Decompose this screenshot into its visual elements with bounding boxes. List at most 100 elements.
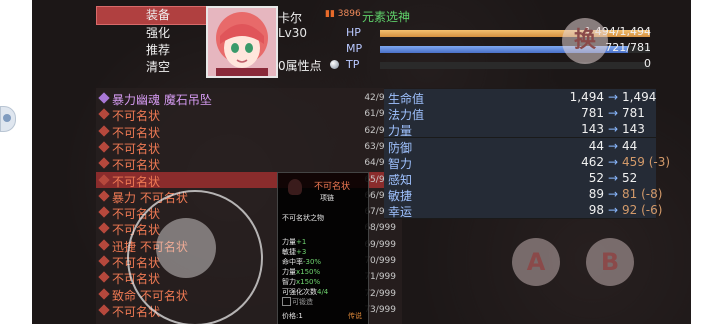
tooltip-price: 价格:1: [282, 312, 303, 320]
equipment-count: 73/999: [364, 304, 396, 315]
equipment-gem-icon: [98, 271, 110, 283]
tooltip-stat-label: 命中率: [282, 258, 303, 266]
power-indicator: ▮▮ 3896: [325, 9, 361, 19]
mp-value: 721/781: [605, 41, 651, 54]
stat-new: 143: [622, 122, 645, 137]
equipment-count: 69/999: [364, 239, 396, 250]
tooltip-stat-line: 命中率-30%: [282, 257, 321, 267]
character-name: 卡尔: [278, 11, 303, 25]
stat-arrow-icon: →: [608, 154, 619, 169]
b-button[interactable]: B: [586, 238, 634, 286]
attribute-points: 0属性点: [278, 59, 322, 73]
character-level: Lv30: [278, 26, 308, 40]
tooltip-stat-line: 可强化次数4/4: [282, 287, 328, 297]
a-button[interactable]: A: [512, 238, 560, 286]
stat-arrow-icon: →: [608, 171, 619, 185]
menu-item[interactable]: 推荐: [96, 42, 220, 59]
stat-row: 防御 44 → 44: [384, 137, 656, 155]
hp-label: HP: [346, 26, 361, 39]
equipment-gem-icon: [98, 239, 110, 251]
equipment-row[interactable]: 不可名状 62/999: [96, 123, 402, 140]
menu-item[interactable]: 强化: [96, 25, 220, 42]
stat-name: 幸运: [388, 205, 413, 220]
stat-row: 感知 52 → 52: [384, 170, 656, 187]
tooltip-stat-line: 力量+1: [282, 237, 306, 247]
equipment-gem-icon: [98, 124, 110, 137]
equipment-gem-icon: [98, 190, 110, 202]
stat-new: 52: [622, 171, 638, 185]
forgeable-label: 可锻造: [292, 298, 313, 306]
stat-row: 幸运 98 → 92 (-6): [384, 202, 662, 220]
tooltip-stat-value: +1: [296, 238, 307, 246]
stat-arrow-icon: →: [608, 106, 619, 121]
menu-item[interactable]: 装备: [96, 6, 220, 25]
stat-current: 143: [581, 122, 604, 137]
tooltip-stat-label: 力量: [282, 268, 296, 276]
floating-handle[interactable]: [0, 106, 16, 132]
tp-bar: [380, 62, 650, 69]
stat-current: 44: [588, 138, 604, 153]
swap-button[interactable]: 换: [562, 18, 608, 64]
tooltip-rarity: 传说: [348, 312, 362, 320]
tooltip-stat-value: -30%: [303, 258, 322, 266]
equipment-gem-icon: [98, 108, 110, 120]
power-bars-icon: ▮▮: [325, 9, 335, 19]
equipment-gem-icon: [98, 222, 110, 235]
stat-arrow-icon: →: [608, 90, 619, 104]
tooltip-stat-line: 力量x150%: [282, 267, 320, 277]
stat-current: 89: [588, 187, 604, 202]
joystick-knob[interactable]: [156, 218, 216, 278]
stat-new: 44: [622, 138, 638, 153]
tooltip-stat-label: 力量: [282, 238, 296, 246]
tooltip-subtitle: 项链: [320, 194, 334, 202]
stat-new: 92 (-6): [622, 203, 663, 218]
tp-value: 0: [644, 57, 651, 70]
equipment-row[interactable]: 不可名状 61/999: [96, 106, 402, 123]
stat-new: 781: [622, 106, 645, 121]
stat-current: 98: [588, 203, 604, 218]
stat-current: 781: [581, 106, 604, 121]
menu-item[interactable]: 清空: [96, 59, 220, 76]
equipment-row[interactable]: 不可名状 63/999: [96, 139, 402, 156]
equipment-gem-icon: [98, 206, 110, 218]
tooltip-title: 不可名状: [314, 182, 351, 192]
equipment-row[interactable]: 不可名状 64/999: [96, 155, 402, 172]
item-tooltip: 不可名状 项链 不可名状之物 力量+1 敏捷+3 命中率-30% 力量x150% 智力x…: [277, 172, 369, 324]
stat-row: 法力值 781 → 781: [384, 105, 656, 123]
equipment-count: 68/999: [364, 223, 396, 234]
equipment-count: 71/999: [364, 272, 396, 283]
stat-arrow-icon: →: [608, 122, 619, 137]
element-label: 元素选神: [362, 10, 411, 24]
equipment-gem-icon: [98, 304, 110, 316]
game-screen: 装备 强化 推荐 清空 卡尔 ▮▮ 3896 元素选神 Lv30 0属性点 HP 1,…: [32, 0, 691, 324]
equipment-gem-icon: [98, 141, 110, 153]
tooltip-stat-label: 智力: [282, 278, 296, 286]
tooltip-stat-value: +3: [296, 248, 307, 256]
tooltip-stat-value: x150%: [296, 268, 321, 276]
forgeable-checkbox[interactable]: [282, 297, 291, 306]
side-menu: 装备 强化 推荐 清空: [96, 6, 220, 76]
equipment-gem-icon: [98, 255, 110, 267]
stat-row: 力量 143 → 143: [384, 121, 656, 139]
tooltip-description: 不可名状之物: [282, 214, 324, 222]
attribute-orb-icon: [330, 60, 339, 69]
tp-label: TP: [346, 58, 360, 71]
equipment-gem-icon: [98, 157, 110, 169]
stat-row: 生命值 1,494 → 1,494: [384, 89, 656, 106]
stat-new: 1,494: [622, 90, 657, 104]
stat-arrow-icon: →: [608, 187, 619, 202]
tooltip-stat-line: 智力x150%: [282, 277, 320, 287]
stat-current: 52: [588, 171, 604, 185]
tooltip-stat-value: 4/4: [317, 288, 329, 296]
power-value: 3896: [337, 9, 361, 19]
item-icon: [288, 179, 302, 195]
tooltip-stat-label: 可强化次数: [282, 288, 317, 296]
portrait-art: [208, 8, 276, 76]
equipment-row[interactable]: 暴力幽魂 魔石吊坠 42/999: [96, 90, 402, 107]
equipment-count: 72/999: [364, 288, 396, 299]
equipment-count: 70/999: [364, 256, 396, 266]
tooltip-stat-label: 敏捷: [282, 248, 296, 256]
handle-dot-icon: [3, 114, 11, 122]
equipment-gem-icon: [98, 92, 110, 104]
equipment-gem-icon: [98, 287, 110, 300]
